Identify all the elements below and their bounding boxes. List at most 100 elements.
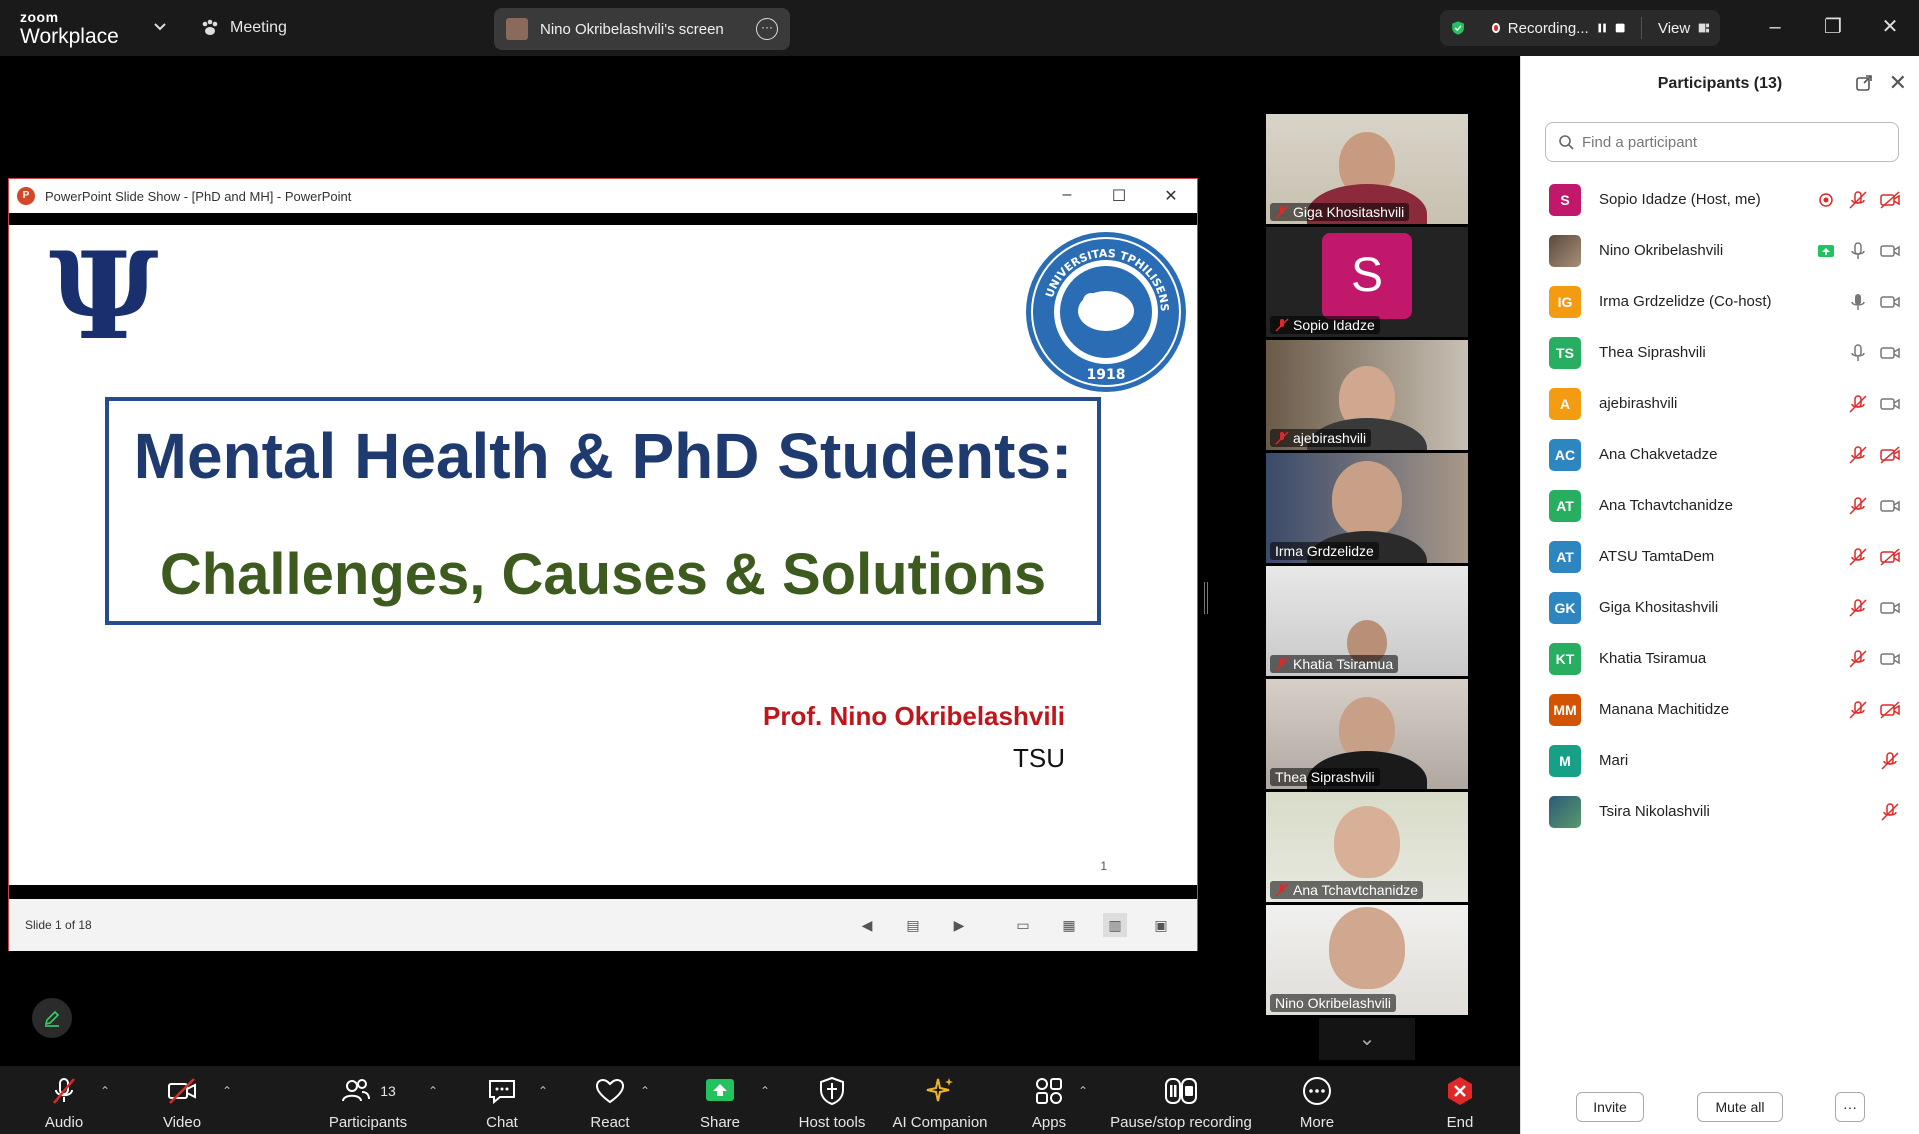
mic-muted-icon[interactable] <box>1847 189 1869 211</box>
search-icon <box>1559 135 1574 150</box>
share-button[interactable]: Share <box>698 1074 742 1131</box>
participants-options-caret-icon[interactable]: ⌃ <box>428 1084 438 1098</box>
participant-row[interactable]: TS Thea Siprashvili <box>1521 327 1919 378</box>
end-button[interactable]: End <box>1440 1074 1480 1131</box>
video-icon[interactable] <box>1879 240 1901 262</box>
chat-options-caret-icon[interactable]: ⌃ <box>538 1084 548 1098</box>
mic-muted-icon[interactable] <box>1847 699 1869 721</box>
mic-active-icon[interactable] <box>1847 291 1869 313</box>
mic-muted-icon[interactable] <box>1879 801 1901 823</box>
ppt-minimize-icon[interactable]: – <box>1041 186 1093 206</box>
chevron-down-icon[interactable] <box>152 18 168 34</box>
screen-share-indicator[interactable]: Nino Okribelashvili's screen ··· <box>494 8 790 50</box>
video-icon[interactable] <box>1879 342 1901 364</box>
audio-options-caret-icon[interactable]: ⌃ <box>100 1084 110 1098</box>
participant-row[interactable]: MM Manana Machitidze <box>1521 684 1919 735</box>
video-tile-active-speaker[interactable]: Irma Grdzelidze <box>1266 453 1468 563</box>
reading-view-icon[interactable]: ▥ <box>1103 913 1127 937</box>
ai-companion-button[interactable]: AI Companion <box>890 1074 990 1131</box>
participant-row[interactable]: GK Giga Khositashvili <box>1521 582 1919 633</box>
apps-options-caret-icon[interactable]: ⌃ <box>1078 1084 1088 1098</box>
pop-out-icon[interactable] <box>1855 74 1873 92</box>
more-options-button[interactable]: ··· <box>1835 1092 1865 1122</box>
mic-muted-icon[interactable] <box>1847 597 1869 619</box>
video-tile[interactable]: ajebirashvili <box>1266 340 1468 450</box>
close-panel-icon[interactable]: ✕ <box>1889 70 1907 96</box>
video-off-icon[interactable] <box>1879 444 1901 466</box>
scroll-down-chevron-icon[interactable]: ⌄ <box>1319 1018 1415 1060</box>
end-call-icon <box>1448 1077 1472 1105</box>
chat-button[interactable]: Chat <box>482 1074 522 1131</box>
video-tile[interactable]: Thea Siprashvili <box>1266 679 1468 789</box>
video-icon[interactable] <box>1879 495 1901 517</box>
next-slide-icon[interactable]: ▶ <box>947 913 971 937</box>
search-input[interactable] <box>1582 133 1862 151</box>
previous-slide-icon[interactable]: ◀ <box>855 913 879 937</box>
slide-menu-icon[interactable]: ▤ <box>901 913 925 937</box>
ppt-close-icon[interactable]: ✕ <box>1145 186 1197 206</box>
participant-row[interactable]: AT Ana Tchavtchanidze <box>1521 480 1919 531</box>
host-tools-button[interactable]: Host tools <box>792 1074 872 1131</box>
slide-title-box: Mental Health & PhD Students: Challenges… <box>105 397 1101 625</box>
video-tile[interactable]: Khatia Tsiramua <box>1266 566 1468 676</box>
share-options-caret-icon[interactable]: ⌃ <box>760 1084 770 1098</box>
react-button[interactable]: React <box>588 1074 632 1131</box>
invite-button[interactable]: Invite <box>1576 1092 1644 1122</box>
mic-muted-icon[interactable] <box>1847 648 1869 670</box>
participant-row[interactable]: A ajebirashvili <box>1521 378 1919 429</box>
slide-sorter-icon[interactable]: ▦ <box>1057 913 1081 937</box>
video-off-icon[interactable] <box>1879 546 1901 568</box>
minimize-icon[interactable]: – <box>1760 12 1790 42</box>
mic-muted-icon[interactable] <box>1847 393 1869 415</box>
participant-row[interactable]: AC Ana Chakvetadze <box>1521 429 1919 480</box>
mic-muted-icon[interactable] <box>1847 546 1869 568</box>
video-icon[interactable] <box>1879 291 1901 313</box>
audio-button[interactable]: Audio <box>36 1074 92 1131</box>
view-grid-icon[interactable] <box>1698 20 1710 36</box>
mic-icon[interactable] <box>1847 240 1869 262</box>
slide[interactable]: Ψ UNIVERSITAS TPHILISENSIS 1918 Mental H… <box>9 225 1197 885</box>
video-tile[interactable]: Giga Khositashvili <box>1266 114 1468 224</box>
video-options-caret-icon[interactable]: ⌃ <box>222 1084 232 1098</box>
video-tile[interactable]: S Sopio Idadze <box>1266 227 1468 337</box>
participant-row[interactable]: IG Irma Grdzelidze (Co-host) <box>1521 276 1919 327</box>
mute-all-button[interactable]: Mute all <box>1697 1092 1783 1122</box>
mic-muted-icon[interactable] <box>1847 444 1869 466</box>
video-tile[interactable]: Nino Okribelashvili <box>1266 905 1468 1015</box>
video-off-icon[interactable] <box>1879 189 1901 211</box>
stop-icon[interactable] <box>1615 21 1625 35</box>
participants-count: 13 <box>380 1083 396 1099</box>
mic-muted-icon[interactable] <box>1847 495 1869 517</box>
pause-stop-recording-button[interactable]: Pause/stop recording <box>1106 1074 1256 1131</box>
more-button[interactable]: More <box>1296 1074 1338 1131</box>
participant-row[interactable]: AT ATSU TamtaDem <box>1521 531 1919 582</box>
slideshow-icon[interactable]: ▣ <box>1149 913 1173 937</box>
mic-muted-icon[interactable] <box>1879 750 1901 772</box>
participants-button[interactable]: 13 Participants <box>322 1074 414 1131</box>
more-options-icon[interactable]: ··· <box>756 18 778 40</box>
react-options-caret-icon[interactable]: ⌃ <box>640 1084 650 1098</box>
participant-search[interactable] <box>1545 122 1899 162</box>
video-icon[interactable] <box>1879 597 1901 619</box>
pause-icon[interactable] <box>1597 21 1607 35</box>
annotate-pencil-icon[interactable] <box>32 998 72 1038</box>
resize-handle[interactable] <box>1204 582 1208 614</box>
video-tile[interactable]: Ana Tchavtchanidze <box>1266 792 1468 902</box>
video-icon[interactable] <box>1879 393 1901 415</box>
participant-row[interactable]: M Mari <box>1521 735 1919 786</box>
participant-row[interactable]: KT Khatia Tsiramua <box>1521 633 1919 684</box>
mic-icon[interactable] <box>1847 342 1869 364</box>
video-icon[interactable] <box>1879 648 1901 670</box>
participant-row[interactable]: S Sopio Idadze (Host, me) <box>1521 174 1919 225</box>
close-window-icon[interactable]: ✕ <box>1875 12 1905 42</box>
view-button[interactable]: View <box>1658 20 1690 37</box>
video-button[interactable]: Video <box>156 1074 208 1131</box>
apps-button[interactable]: Apps <box>1028 1074 1070 1131</box>
ppt-maximize-icon[interactable]: ☐ <box>1093 186 1145 206</box>
participant-row[interactable]: Nino Okribelashvili <box>1521 225 1919 276</box>
participant-row[interactable]: Tsira Nikolashvili <box>1521 786 1919 837</box>
normal-view-icon[interactable]: ▭ <box>1011 913 1035 937</box>
video-off-icon[interactable] <box>1879 699 1901 721</box>
restore-icon[interactable]: ❐ <box>1818 12 1848 42</box>
meeting-button[interactable]: Meeting <box>200 16 287 40</box>
